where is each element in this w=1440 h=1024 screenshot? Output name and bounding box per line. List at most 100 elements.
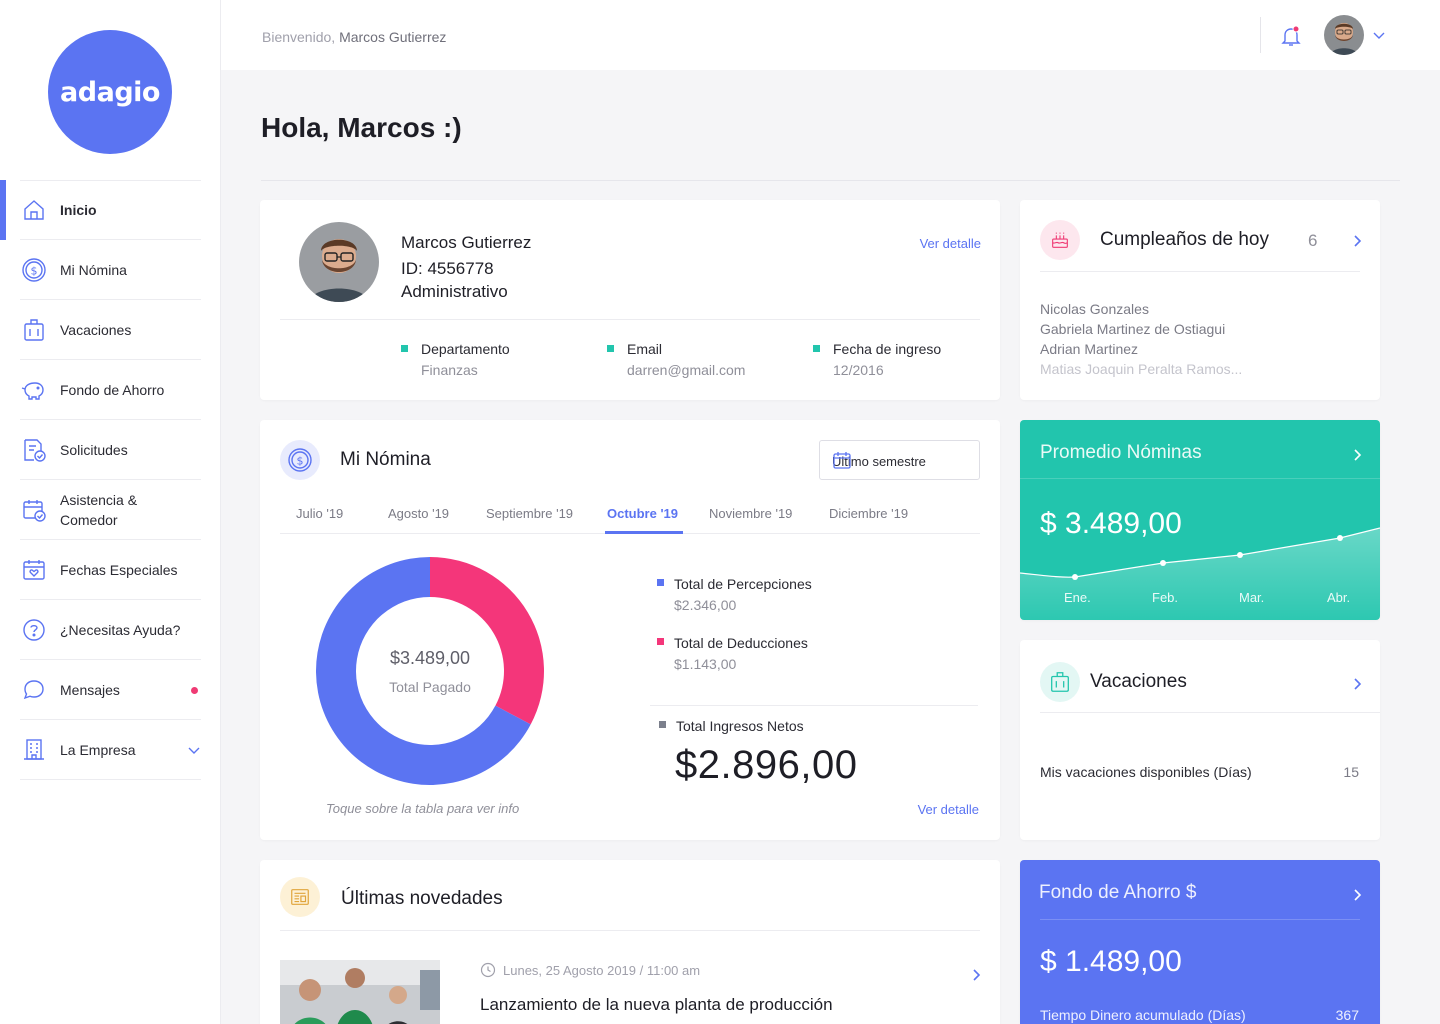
- period-select[interactable]: Ultimo semestre: [819, 440, 980, 480]
- trend-area: [1020, 528, 1380, 620]
- donut-total-amount: $3.489,00: [389, 647, 471, 668]
- list-item: Matias Joaquin Peralta Ramos...: [1040, 361, 1243, 377]
- sidebar-item-label: La Empresa: [60, 742, 136, 758]
- active-indicator: [0, 180, 6, 240]
- user-avatar[interactable]: [1324, 15, 1364, 55]
- donut-center: $3.489,00 Total Pagado: [316, 557, 544, 785]
- legend-value: $2.346,00: [674, 597, 737, 613]
- profile-field-fecha-ingreso: Fecha de ingreso 12/2016: [813, 340, 942, 379]
- tab-octubre[interactable]: Octubre '19: [607, 506, 678, 521]
- chart-hint: Toque sobre la tabla para ver info: [326, 801, 520, 816]
- news-thumbnail[interactable]: [280, 960, 440, 1024]
- sidebar-item-mi-nomina[interactable]: $ Mi Nómina: [0, 240, 221, 300]
- sidebar-item-ayuda[interactable]: ¿Necesitas Ayuda?: [0, 600, 221, 660]
- field-value: Finanzas: [421, 362, 478, 378]
- fondo-label: Tiempo Dinero acumulado (Días): [1040, 1007, 1246, 1023]
- list-item: Adrian Martinez: [1040, 341, 1139, 357]
- tab-julio[interactable]: Julio '19: [296, 506, 343, 521]
- welcome-text: Bienvenido, Marcos Gutierrez: [262, 29, 446, 45]
- ver-detalle-link[interactable]: Ver detalle: [920, 236, 981, 251]
- sidebar-nav: Inicio $ Mi Nómina Vacaciones Fondo de A…: [0, 180, 221, 780]
- ver-detalle-link[interactable]: Ver detalle: [918, 802, 979, 817]
- sidebar-item-la-empresa[interactable]: La Empresa: [0, 720, 221, 780]
- sidebar-item-label: ¿Necesitas Ayuda?: [60, 622, 181, 638]
- sidebar-item-vacaciones[interactable]: Vacaciones: [0, 300, 221, 360]
- news-date: Lunes, 25 Agosto 2019 / 11:00 am: [503, 963, 701, 978]
- page-title: Hola, Marcos :): [261, 112, 462, 143]
- birthdays-card[interactable]: Cumpleaños de hoy 6 Nicolas Gonzales Gab…: [1020, 200, 1380, 400]
- chevron-down-icon[interactable]: [1372, 28, 1386, 42]
- profile-card: Marcos Gutierrez ID: 4556778 Administrat…: [260, 200, 1000, 400]
- luggage-icon: [21, 317, 47, 343]
- divider: [280, 319, 980, 320]
- divider: [1040, 271, 1360, 272]
- month-label: Ene.: [1064, 590, 1091, 605]
- legend-label: Total Ingresos Netos: [676, 718, 804, 734]
- divider: [650, 705, 978, 706]
- tab-septiembre[interactable]: Septiembre '19: [486, 506, 573, 521]
- field-value: 12/2016: [833, 362, 884, 378]
- sidebar: adagio Inicio $ Mi Nómina Vacaciones Fon: [0, 0, 221, 1024]
- birthdays-title: Cumpleaños de hoy: [1100, 229, 1269, 250]
- adagio-logo[interactable]: adagio: [48, 30, 172, 154]
- birthdays-count: 6: [1308, 231, 1318, 250]
- month-tabs: Julio '19 Agosto '19 Septiembre '19 Octu…: [280, 493, 980, 534]
- dollar-circle-icon: $: [21, 257, 47, 283]
- document-check-icon: [21, 437, 47, 463]
- vacaciones-value: 15: [1343, 764, 1359, 780]
- sidebar-item-label: Mi Nómina: [60, 262, 127, 278]
- profile-role: Administrativo: [401, 282, 508, 301]
- month-label: Feb.: [1152, 590, 1179, 605]
- sidebar-item-inicio[interactable]: Inicio: [0, 180, 221, 240]
- chevron-right-icon[interactable]: [969, 968, 983, 982]
- net-income-amount: $2.896,00: [675, 743, 858, 787]
- divider: [261, 180, 1400, 181]
- tab-diciembre[interactable]: Diciembre '19: [829, 506, 908, 521]
- news-headline[interactable]: Lanzamiento de la nueva planta de produc…: [480, 995, 833, 1015]
- building-icon: [21, 737, 47, 763]
- legend-neto: Total Ingresos Netos: [659, 717, 804, 735]
- sidebar-item-solicitudes[interactable]: Solicitudes: [0, 420, 221, 480]
- month-label: Mar.: [1239, 590, 1265, 605]
- svg-text:$: $: [297, 455, 304, 468]
- chevron-right-icon[interactable]: [1350, 677, 1364, 691]
- luggage-icon: [1040, 662, 1080, 702]
- sidebar-item-label: Asistencia & Comedor: [60, 490, 137, 530]
- nomina-card: $ Mi Nómina Ultimo semestre Julio '19 Ag…: [260, 420, 1000, 840]
- list-item: Gabriela Martinez de Ostiagui: [1040, 321, 1226, 337]
- birthdays-list: Nicolas Gonzales Gabriela Martinez de Os…: [1040, 299, 1242, 379]
- chevron-right-icon[interactable]: [1350, 448, 1364, 462]
- chevron-right-icon[interactable]: [1350, 234, 1364, 248]
- active-tab-indicator: [605, 531, 683, 534]
- sidebar-item-label: Inicio: [60, 202, 97, 218]
- sidebar-item-mensajes[interactable]: Mensajes: [0, 660, 221, 720]
- chevron-down-icon[interactable]: [187, 743, 201, 757]
- vacaciones-card[interactable]: Vacaciones Mis vacaciones disponibles (D…: [1020, 640, 1380, 840]
- sidebar-item-fechas-especiales[interactable]: Fechas Especiales: [0, 540, 221, 600]
- sidebar-item-fondo-de-ahorro[interactable]: Fondo de Ahorro: [0, 360, 221, 420]
- notification-bell-icon[interactable]: [1279, 24, 1303, 48]
- newspaper-icon: [280, 877, 320, 917]
- novedades-title: Últimas novedades: [341, 888, 503, 909]
- clock-icon: [480, 962, 496, 978]
- tab-agosto[interactable]: Agosto '19: [388, 506, 449, 521]
- field-label: Email: [627, 341, 663, 357]
- cake-icon: [1040, 220, 1080, 260]
- promedio-nominas-card[interactable]: Promedio Nóminas $ 3.489,00 Ene. Feb. Ma…: [1020, 420, 1380, 620]
- divider: [280, 930, 980, 931]
- calendar-check-icon: [21, 497, 47, 523]
- trend-point: [1072, 574, 1078, 580]
- sidebar-item-label: Solicitudes: [60, 442, 128, 458]
- welcome-prefix: Bienvenido,: [262, 29, 336, 45]
- legend-deducciones: Total de Deducciones $1.143,00: [657, 634, 808, 673]
- field-label: Fecha de ingreso: [833, 341, 942, 357]
- divider: [1040, 919, 1360, 920]
- fondo-ahorro-card[interactable]: Fondo de Ahorro $ $ 1.489,00 Tiempo Dine…: [1020, 860, 1380, 1024]
- sidebar-item-asistencia-comedor[interactable]: Asistencia & Comedor: [0, 480, 221, 540]
- legend-percepciones: Total de Percepciones $2.346,00: [657, 575, 812, 614]
- tab-noviembre[interactable]: Noviembre '19: [709, 506, 792, 521]
- bullet: [607, 345, 614, 352]
- trend-point: [1237, 552, 1243, 558]
- legend-swatch: [657, 579, 664, 586]
- chevron-right-icon[interactable]: [1350, 888, 1364, 902]
